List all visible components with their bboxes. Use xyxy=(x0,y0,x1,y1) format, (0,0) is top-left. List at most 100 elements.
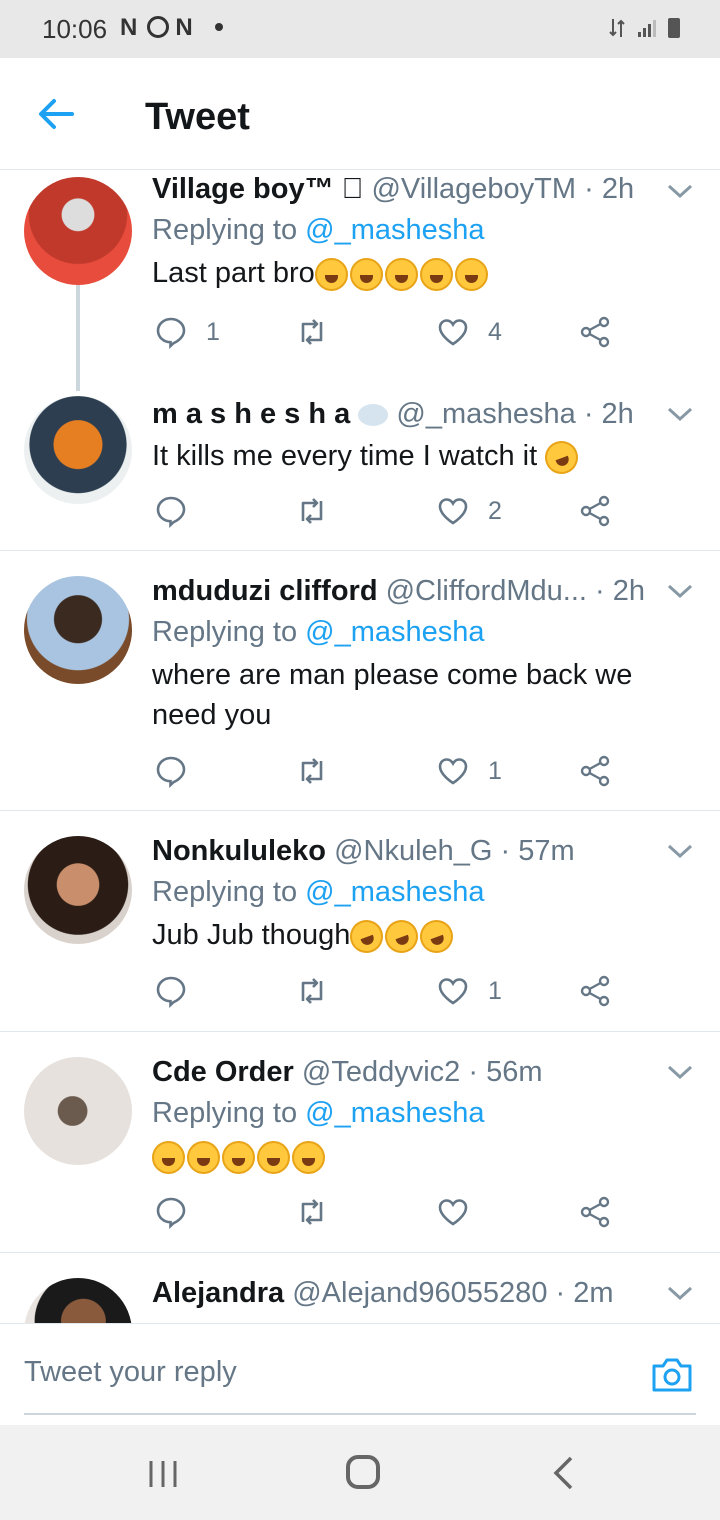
reply-button[interactable] xyxy=(154,971,206,1011)
chevron-down-icon[interactable] xyxy=(666,1062,694,1082)
chevron-down-icon[interactable] xyxy=(666,181,694,201)
retweet-button[interactable] xyxy=(295,971,347,1011)
replying-to: Replying to @_mashesha xyxy=(152,1094,660,1132)
avatar[interactable] xyxy=(24,836,132,944)
retweet-button[interactable] xyxy=(295,491,347,531)
retweet-button[interactable] xyxy=(295,312,347,352)
avatar[interactable] xyxy=(24,1057,132,1165)
user-name[interactable]: Cde Order xyxy=(152,1056,294,1088)
tweet-time: · 2h xyxy=(583,398,634,430)
reply-button[interactable] xyxy=(154,491,206,531)
reply-icon xyxy=(156,976,186,1008)
user-handle[interactable]: @Alejand96055280 xyxy=(292,1277,547,1309)
home-icon[interactable] xyxy=(346,1455,380,1489)
user-name[interactable]: Alejandra xyxy=(152,1277,284,1309)
tweet-text: where are man please come back we need y… xyxy=(152,659,633,731)
share-button[interactable] xyxy=(578,1192,612,1232)
share-icon xyxy=(580,316,610,348)
app-header: Tweet xyxy=(0,58,720,170)
netflix-notification-icon-2: N xyxy=(175,14,197,41)
user-name[interactable]: m a s h e s h a xyxy=(152,398,350,430)
mention-link[interactable]: @_mashesha xyxy=(305,616,484,648)
mention-link[interactable]: @_mashesha xyxy=(305,876,484,908)
heart-icon xyxy=(438,1199,468,1226)
reply-input[interactable]: Tweet your reply xyxy=(24,1356,237,1389)
like-button[interactable]: 1 xyxy=(436,751,502,791)
camera-icon[interactable] xyxy=(650,1354,694,1394)
status-time: 10:06 xyxy=(42,14,108,44)
user-handle[interactable]: @Nkuleh_G xyxy=(334,835,492,867)
reply-button[interactable] xyxy=(154,751,206,791)
user-name[interactable]: mduduzi clifford xyxy=(152,575,378,607)
share-icon xyxy=(580,1196,610,1228)
tweet-feed[interactable]: Village boy™ ⃠ @VillageboyTM · 2h Replyi… xyxy=(0,171,720,1323)
tweet-text: Jub Jub though xyxy=(152,915,660,958)
heart-icon xyxy=(438,978,468,1005)
user-handle[interactable]: @VillageboyTM xyxy=(371,173,576,205)
tweet-text-body: Jub Jub though xyxy=(152,919,351,951)
tweet-item[interactable]: Village boy™ ⃠ @VillageboyTM · 2h Replyi… xyxy=(0,171,720,391)
replying-to: Replying to @_mashesha xyxy=(152,211,660,249)
retweet-button[interactable] xyxy=(295,751,347,791)
battery-icon xyxy=(668,18,680,38)
avatar[interactable] xyxy=(24,396,132,504)
mention-link[interactable]: @_mashesha xyxy=(305,1097,484,1129)
tweet-item[interactable]: mduduzi clifford @CliffordMdu... · 2h Re… xyxy=(0,551,720,811)
replying-prefix: Replying to xyxy=(152,214,298,246)
tweet-item[interactable]: Alejandra @Alejand96055280 · 2m xyxy=(0,1253,720,1323)
reply-icon xyxy=(156,756,186,788)
tweet-item[interactable]: Nonkululeko @Nkuleh_G · 57m Replying to … xyxy=(0,811,720,1032)
heart-icon xyxy=(438,758,468,785)
user-name[interactable]: Nonkululeko xyxy=(152,835,326,867)
tweet-time: · 2h xyxy=(584,173,635,205)
chevron-down-icon[interactable] xyxy=(666,1283,694,1303)
share-icon xyxy=(580,755,610,787)
reply-button[interactable]: 1 xyxy=(154,312,220,352)
avatar[interactable] xyxy=(24,1278,132,1323)
tweet-actions: 1 4 xyxy=(152,312,622,352)
replying-prefix: Replying to xyxy=(152,876,298,908)
share-button[interactable] xyxy=(578,491,612,531)
avatar[interactable] xyxy=(24,177,132,285)
reply-button[interactable] xyxy=(154,1192,188,1232)
rofl-emoji-row xyxy=(345,915,458,958)
user-name[interactable]: Village boy™ ⃠ xyxy=(152,173,363,205)
tweet-text-body: It kills me every time I watch it xyxy=(152,440,538,472)
mention-link[interactable]: @_mashesha xyxy=(305,214,484,246)
reply-icon xyxy=(156,317,186,349)
user-handle[interactable]: @Teddyvic2 xyxy=(302,1056,460,1088)
user-handle[interactable]: @CliffordMdu... xyxy=(386,575,587,607)
like-button[interactable]: 1 xyxy=(436,971,502,1011)
tweet-item[interactable]: Cde Order @Teddyvic2 · 56m Replying to @… xyxy=(0,1032,720,1253)
tweet-text: It kills me every time I watch it xyxy=(152,436,660,479)
tweet-time: · 2h xyxy=(595,575,645,607)
tweet-actions: 1 xyxy=(152,751,622,791)
avatar[interactable] xyxy=(24,576,132,684)
share-button[interactable] xyxy=(578,971,612,1011)
like-count: 1 xyxy=(488,976,502,1005)
like-button[interactable]: 2 xyxy=(436,491,502,531)
like-button[interactable]: 4 xyxy=(436,312,502,352)
back-icon[interactable] xyxy=(552,1455,574,1491)
netflix-notification-icon: N xyxy=(120,14,142,41)
chevron-down-icon[interactable] xyxy=(666,404,694,424)
chevron-down-icon[interactable] xyxy=(666,581,694,601)
recent-apps-icon[interactable] xyxy=(146,1459,180,1489)
status-bar: 10:06 N N xyxy=(0,0,720,58)
user-handle[interactable]: @_mashesha xyxy=(396,398,575,430)
page-title: Tweet xyxy=(145,96,250,138)
share-button[interactable] xyxy=(578,751,612,791)
tweet-header: Village boy™ ⃠ @VillageboyTM · 2h xyxy=(152,171,660,207)
like-button[interactable] xyxy=(436,1192,470,1232)
retweet-icon xyxy=(301,498,323,524)
chevron-down-icon[interactable] xyxy=(666,841,694,861)
retweet-icon xyxy=(301,978,323,1004)
retweet-icon xyxy=(301,319,323,345)
replying-prefix: Replying to xyxy=(152,1097,298,1129)
like-count: 4 xyxy=(488,317,502,346)
back-arrow-icon[interactable] xyxy=(36,94,76,134)
retweet-button[interactable] xyxy=(295,1192,329,1232)
reply-icon xyxy=(156,496,186,528)
share-button[interactable] xyxy=(578,312,612,352)
tweet-item[interactable]: m a s h e s h a @_mashesha · 2h It kills… xyxy=(0,371,720,551)
